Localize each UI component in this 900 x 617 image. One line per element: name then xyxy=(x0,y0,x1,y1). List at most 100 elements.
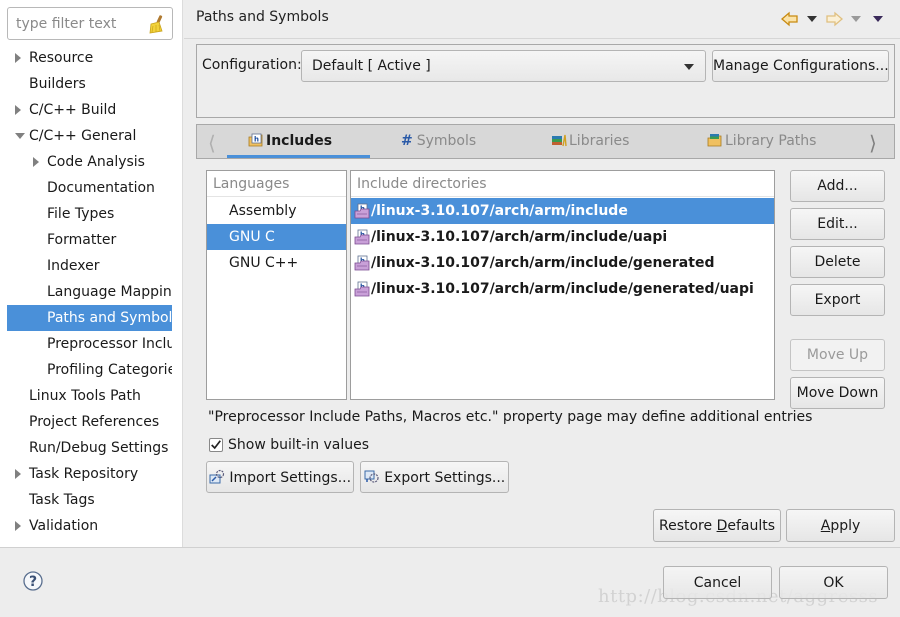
move-down-button[interactable]: Move Down xyxy=(790,377,885,409)
sidebar-item[interactable]: Validation xyxy=(7,513,172,539)
expanded-arrow-icon[interactable] xyxy=(15,133,25,139)
forward-arrow-icon[interactable] xyxy=(825,11,843,27)
language-item[interactable]: GNU C xyxy=(207,224,346,250)
import-settings-icon xyxy=(209,469,225,483)
include-folder-icon: h xyxy=(354,281,370,297)
sidebar-item[interactable]: Indexer xyxy=(7,253,172,279)
tab-library-paths[interactable]: Library Paths xyxy=(707,125,816,158)
include-directory-item[interactable]: h/linux-3.10.107/arch/arm/include/genera… xyxy=(351,276,774,302)
show-built-in-values-label[interactable]: Show built-in values xyxy=(228,437,369,453)
sidebar-item-label: C/C++ General xyxy=(29,128,137,144)
export-button[interactable]: Export xyxy=(790,284,885,316)
sidebar-item[interactable]: Linux Tools Path xyxy=(7,383,172,409)
include-folder-icon: h xyxy=(354,203,370,219)
sidebar-item[interactable]: Preprocessor Include Paths, Macros etc. xyxy=(7,331,172,357)
back-arrow-icon[interactable] xyxy=(781,11,799,27)
ok-button[interactable]: OK xyxy=(779,566,888,599)
show-built-in-values-checkbox[interactable] xyxy=(209,438,223,452)
add-button[interactable]: Add... xyxy=(790,170,885,202)
sidebar-item-label: Profiling Categories xyxy=(47,362,172,378)
sidebar-item[interactable]: Builders xyxy=(7,71,172,97)
filter-input[interactable] xyxy=(8,8,146,39)
include-directory-item[interactable]: h/linux-3.10.107/arch/arm/include xyxy=(351,198,774,224)
sidebar-item[interactable]: Run/Debug Settings xyxy=(7,435,172,461)
restore-defaults-button[interactable]: Restore Defaults xyxy=(653,509,781,542)
restore-mnemonic: D xyxy=(716,517,728,534)
apply-mnemonic: A xyxy=(820,517,831,534)
collapsed-arrow-icon[interactable] xyxy=(15,105,21,115)
apply-label-post: pply xyxy=(830,517,861,534)
hash-icon: # xyxy=(401,133,413,149)
sidebar-item[interactable]: Language Mappings xyxy=(7,279,172,305)
delete-button[interactable]: Delete xyxy=(790,246,885,278)
filter-field[interactable] xyxy=(7,7,173,40)
collapsed-arrow-icon[interactable] xyxy=(15,53,21,63)
configuration-select[interactable]: Default [ Active ] xyxy=(301,50,706,82)
include-directory-item[interactable]: h/linux-3.10.107/arch/arm/include/genera… xyxy=(351,250,774,276)
sidebar-item-label: Run/Debug Settings xyxy=(29,440,169,456)
tab-label: Symbols xyxy=(416,133,477,149)
export-settings-icon xyxy=(364,470,379,483)
collapsed-arrow-icon[interactable] xyxy=(15,521,21,531)
tab-libraries[interactable]: Libraries xyxy=(551,125,629,158)
back-history-dropdown-icon[interactable] xyxy=(807,16,817,22)
language-item[interactable]: Assembly xyxy=(207,198,346,224)
view-menu-icon[interactable] xyxy=(873,16,883,22)
sidebar-item[interactable]: Documentation xyxy=(7,175,172,201)
export-settings-button[interactable]: Export Settings... xyxy=(360,461,509,493)
sidebar-item[interactable]: Task Tags xyxy=(7,487,172,513)
sidebar-item[interactable]: Code Analysis xyxy=(7,149,172,175)
includes-icon: h xyxy=(248,133,263,147)
languages-list[interactable]: Languages Assembly GNU C GNU C++ xyxy=(206,170,347,400)
sidebar-item-label: Task Tags xyxy=(29,492,95,508)
collapsed-arrow-icon[interactable] xyxy=(33,157,39,167)
include-directory-path: /linux-3.10.107/arch/arm/include/generat… xyxy=(371,255,715,271)
restore-label-pre: Restore xyxy=(658,517,717,534)
sidebar-item-label: C/C++ Build xyxy=(29,102,117,118)
tab-scroll-right-icon[interactable]: ⟩ xyxy=(869,131,877,155)
apply-button[interactable]: Apply xyxy=(786,509,895,542)
help-icon[interactable]: ? xyxy=(23,571,43,591)
sidebar-item[interactable]: Profiling Categories xyxy=(7,357,172,383)
sidebar-item[interactable]: Resource xyxy=(7,45,172,71)
tab-bar: ⟨ h Includes # Symbols Libraries Library P… xyxy=(196,124,895,159)
include-folder-icon: h xyxy=(354,229,370,245)
sidebar-item-label: Task Repository xyxy=(29,466,139,482)
sidebar-item[interactable]: Paths and Symbols xyxy=(7,305,172,331)
configuration-label: Configuration: xyxy=(202,57,302,73)
cancel-button[interactable]: Cancel xyxy=(663,566,772,599)
include-directory-item[interactable]: h/linux-3.10.107/arch/arm/include/uapi xyxy=(351,224,774,250)
dialog-button-bar-divider xyxy=(0,547,900,548)
tab-includes[interactable]: h Includes xyxy=(248,125,332,158)
sidebar-item-label: Builders xyxy=(29,76,86,92)
sidebar-item[interactable]: Formatter xyxy=(7,227,172,253)
clear-broom-icon[interactable] xyxy=(147,14,165,34)
language-item[interactable]: GNU C++ xyxy=(207,250,346,276)
sidebar-item[interactable]: C/C++ Build xyxy=(7,97,172,123)
configuration-value: Default [ Active ] xyxy=(312,58,431,74)
export-settings-label: Export Settings... xyxy=(384,469,506,486)
manage-configurations-button[interactable]: Manage Configurations... xyxy=(712,50,889,82)
chevron-down-icon xyxy=(684,64,694,70)
libraries-icon xyxy=(552,134,567,147)
tab-scroll-left-icon[interactable]: ⟨ xyxy=(208,131,216,155)
import-settings-button[interactable]: Import Settings... xyxy=(206,461,354,493)
move-up-button[interactable]: Move Up xyxy=(790,339,885,371)
forward-history-dropdown-icon[interactable] xyxy=(851,16,861,22)
sidebar-item[interactable]: Task Repository xyxy=(7,461,172,487)
tab-symbols[interactable]: # Symbols xyxy=(401,125,476,158)
sidebar-item-label: Linux Tools Path xyxy=(29,388,141,404)
restore-label-post: efaults xyxy=(727,517,776,534)
library-paths-icon xyxy=(707,134,722,147)
collapsed-arrow-icon[interactable] xyxy=(15,469,21,479)
active-tab-indicator xyxy=(227,155,370,158)
sidebar-item[interactable]: C/C++ General xyxy=(7,123,172,149)
sidebar-item[interactable]: File Types xyxy=(7,201,172,227)
tab-label: Library Paths xyxy=(725,133,817,149)
info-text: "Preprocessor Include Paths, Macros etc.… xyxy=(208,409,813,425)
include-directories-list[interactable]: Include directories h/linux-3.10.107/arc… xyxy=(350,170,775,400)
edit-button[interactable]: Edit... xyxy=(790,208,885,240)
sidebar-item[interactable]: Project References xyxy=(7,409,172,435)
sidebar-item-label: File Types xyxy=(47,206,115,222)
sidebar-item-label: Language Mappings xyxy=(47,284,172,300)
